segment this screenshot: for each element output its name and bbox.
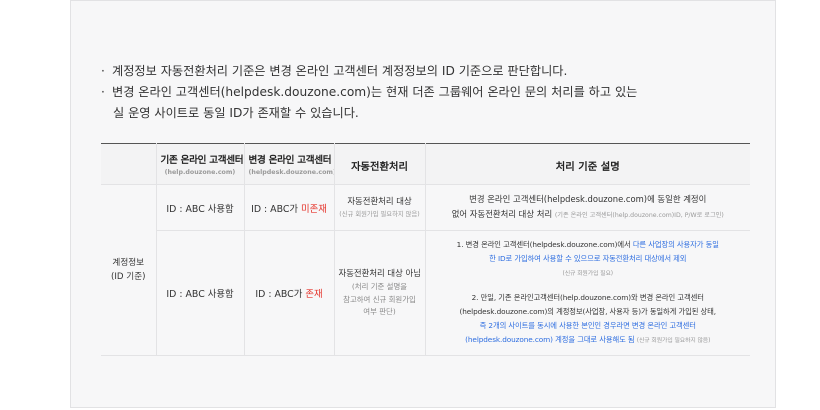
row-label: 계정정보 (ID 기준) bbox=[101, 184, 157, 356]
criteria-line: (신규 회원가입 필요) bbox=[430, 266, 747, 281]
conversion-cell: 자동전환처리 대상 (신규 회원가입 필요하지 않음) bbox=[333, 184, 426, 231]
header-title: 변경 온라인 고객센터 bbox=[248, 155, 332, 166]
account-status: 미존재 bbox=[301, 203, 327, 215]
row-label-line: 계정정보 bbox=[112, 258, 145, 268]
table-header-row: 기존 온라인 고객센터 (help.douzone.com) 변경 온라인 고객… bbox=[101, 143, 750, 185]
conversion-status: 자동전환처리 대상 아님 bbox=[338, 268, 421, 279]
bullet: · bbox=[101, 64, 105, 78]
new-account-text: ID : ABC가 bbox=[251, 203, 302, 215]
header-subtitle: (help.douzone.com) bbox=[164, 169, 236, 176]
criteria-highlight: 한 ID로 가입하여 사용할 수 있으므로 자동전환처리 대상에서 제외 bbox=[489, 254, 687, 263]
criteria-line: 한 ID로 가입하여 사용할 수 있으므로 자동전환처리 대상에서 제외 bbox=[430, 252, 747, 266]
conversion-note-line: (처리 기준 설명을 bbox=[351, 282, 408, 292]
account-conversion-table: 기존 온라인 고객센터 (help.douzone.com) 변경 온라인 고객… bbox=[101, 143, 750, 356]
criteria-text: 없어 자동전환처리 대상 처리 bbox=[451, 208, 553, 219]
criteria-line: (helpdesk.douzone.com) 계정을 그대로 사용해도 됨 (신… bbox=[430, 333, 747, 348]
conversion-status: 자동전환처리 대상 bbox=[347, 196, 412, 206]
criteria-line: 즉 2개의 사이트를 동시에 사용한 본인인 경우라면 변경 온라인 고객센터 bbox=[430, 319, 747, 333]
header-auto-conversion: 자동전환처리 bbox=[333, 143, 426, 185]
notice-text: 계정정보 자동전환처리 기준은 변경 온라인 고객센터 계정정보의 ID 기준으… bbox=[112, 64, 568, 78]
header-title: 자동전환처리 bbox=[351, 160, 408, 173]
criteria-cell: 변경 온라인 고객센터(helpdesk.douzone.com)에 동일한 계… bbox=[424, 184, 750, 231]
criteria-line: 1. 변경 온라인 고객센터(helpdesk.douzone.com)에서 다… bbox=[430, 238, 747, 252]
conversion-note: (신규 회원가입 필요하지 않음) bbox=[339, 211, 420, 218]
notice-list: · 계정정보 자동전환처리 기준은 변경 온라인 고객센터 계정정보의 ID 기… bbox=[101, 61, 761, 124]
header-criteria: 처리 기준 설명 bbox=[424, 143, 750, 185]
header-title: 처리 기준 설명 bbox=[555, 160, 620, 173]
new-account-cell: ID : ABC가 미존재 bbox=[243, 184, 335, 231]
header-new-helpdesk: 변경 온라인 고객센터 (helpdesk.douzone.com) bbox=[243, 143, 335, 185]
criteria-note: (신규 회원가입 필요) bbox=[562, 271, 614, 277]
criteria-highlight: (helpdesk.douzone.com) 계정을 그대로 사용해도 됨 bbox=[465, 335, 635, 344]
criteria-text: 1. 변경 온라인 고객센터(helpdesk.douzone.com)에서 bbox=[456, 240, 633, 249]
notice-item: · 변경 온라인 고객센터(helpdesk.douzone.com)는 현재 … bbox=[101, 82, 761, 124]
new-account-cell: ID : ABC가 존재 bbox=[243, 230, 335, 356]
criteria-line: (helpdesk.douzone.com)의 계정정보(사업장, 사용자 등)… bbox=[459, 307, 716, 316]
header-blank bbox=[101, 143, 157, 185]
table-row: ID : ABC 사용함 ID : ABC가 존재 자동전환처리 대상 아님 (… bbox=[101, 230, 750, 356]
header-old-helpdesk: 기존 온라인 고객센터 (help.douzone.com) bbox=[155, 143, 245, 185]
criteria-highlight: 즉 2개의 사이트를 동시에 사용한 본인인 경우라면 변경 온라인 고객센터 bbox=[479, 321, 696, 330]
header-subtitle: (helpdesk.douzone.com) bbox=[248, 169, 334, 176]
criteria-highlight: 다른 사업장의 사용자가 동일 bbox=[632, 240, 719, 249]
bullet: · bbox=[101, 85, 105, 99]
notice-item: · 계정정보 자동전환처리 기준은 변경 온라인 고객센터 계정정보의 ID 기… bbox=[101, 61, 761, 82]
account-status: 존재 bbox=[305, 289, 323, 300]
row-label-line: (ID 기준) bbox=[111, 272, 146, 282]
criteria-line: 없어 자동전환처리 대상 처리 (기존 온라인 고객센터(help.douzon… bbox=[430, 207, 747, 224]
conversion-note: (처리 기준 설명을 참고하여 신규 회원가입 여부 판단) bbox=[339, 281, 421, 319]
criteria-line: 변경 온라인 고객센터(helpdesk.douzone.com)에 동일한 계… bbox=[469, 194, 707, 204]
criteria-note: (기존 온라인 고객센터(help.douzone.com)ID, P/W로 로… bbox=[554, 211, 724, 219]
conversion-cell: 자동전환처리 대상 아님 (처리 기준 설명을 참고하여 신규 회원가입 여부 … bbox=[333, 230, 426, 356]
conversion-note-line: 참고하여 신규 회원가입 bbox=[343, 294, 416, 304]
table-row: 계정정보 (ID 기준) ID : ABC 사용함 ID : ABC가 미존재 … bbox=[101, 184, 750, 356]
criteria-note: (신규 회원가입 필요하지 않음) bbox=[636, 338, 711, 344]
notice-text-continued: 실 운영 사이트로 동일 ID가 존재할 수 있습니다. bbox=[113, 106, 359, 120]
notice-text: 변경 온라인 고객센터(helpdesk.douzone.com)는 현재 더존… bbox=[112, 85, 638, 99]
new-account-text: ID : ABC가 bbox=[255, 289, 306, 300]
old-account-cell: ID : ABC 사용함 bbox=[156, 230, 245, 356]
criteria-line: 2. 만일, 기존 온라인고객센터(help.douzone.com)와 변경 … bbox=[471, 293, 704, 302]
conversion-note-line: 여부 판단) bbox=[363, 307, 396, 317]
info-panel: · 계정정보 자동전환처리 기준은 변경 온라인 고객센터 계정정보의 ID 기… bbox=[70, 0, 776, 408]
criteria-cell: 1. 변경 온라인 고객센터(helpdesk.douzone.com)에서 다… bbox=[424, 230, 750, 356]
header-title: 기존 온라인 고객센터 bbox=[160, 155, 244, 166]
old-account-cell: ID : ABC 사용함 bbox=[155, 184, 245, 231]
